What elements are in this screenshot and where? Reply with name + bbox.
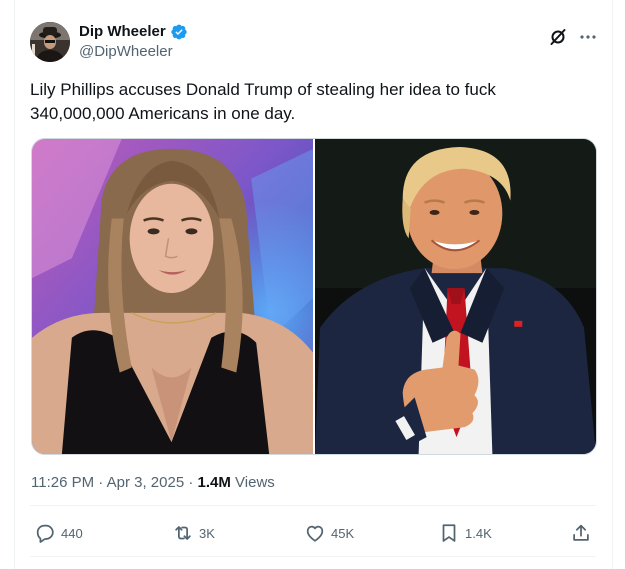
like-button[interactable]: 45K: [304, 519, 354, 547]
meta-separator: ·: [98, 474, 104, 491]
retweet-button[interactable]: 3K: [172, 519, 215, 547]
retweet-icon: [175, 526, 191, 540]
author-handle[interactable]: @DipWheeler: [79, 43, 173, 61]
reply-icon: [36, 524, 54, 543]
reply-button[interactable]: 440: [34, 519, 83, 547]
share-button[interactable]: [570, 519, 592, 547]
views-count: 1.4M: [197, 474, 231, 491]
divider: [30, 556, 596, 557]
author-name-row[interactable]: Dip Wheeler: [79, 23, 188, 41]
reply-count: 440: [61, 525, 83, 541]
like-count: 45K: [331, 525, 355, 541]
grok-icon[interactable]: [548, 27, 568, 47]
frame-border-right: [612, 0, 613, 569]
avatar[interactable]: [30, 22, 70, 62]
heart-icon: [306, 525, 324, 542]
meta-separator: ·: [188, 474, 194, 491]
verified-badge-icon[interactable]: [170, 23, 188, 41]
bookmark-count: 1.4K: [465, 525, 492, 541]
photo-left[interactable]: [32, 139, 313, 454]
tweet-card: Dip Wheeler @DipWheeler Lily Phillips ac…: [0, 0, 625, 569]
share-icon: [573, 524, 589, 541]
tweet-time[interactable]: 11:26 PM: [31, 474, 94, 491]
views-label: Views: [235, 474, 275, 491]
frame-border-left: [14, 0, 15, 569]
more-icon[interactable]: [578, 27, 598, 47]
tweet-meta: 11:26 PM · Apr 3, 2025 · 1.4M Views: [31, 474, 275, 492]
photo-right[interactable]: [315, 139, 596, 454]
tweet-date[interactable]: Apr 3, 2025: [107, 474, 185, 491]
divider: [30, 505, 596, 506]
tweet-actions: 440 3K 45K 1.4K: [30, 519, 596, 549]
bookmark-button[interactable]: 1.4K: [438, 519, 492, 547]
tweet-text: Lily Phillips accuses Donald Trump of st…: [30, 80, 496, 123]
bookmark-icon: [442, 524, 456, 542]
media-grid: [31, 138, 597, 455]
author-display-name[interactable]: Dip Wheeler: [79, 23, 166, 41]
retweet-count: 3K: [199, 525, 215, 541]
